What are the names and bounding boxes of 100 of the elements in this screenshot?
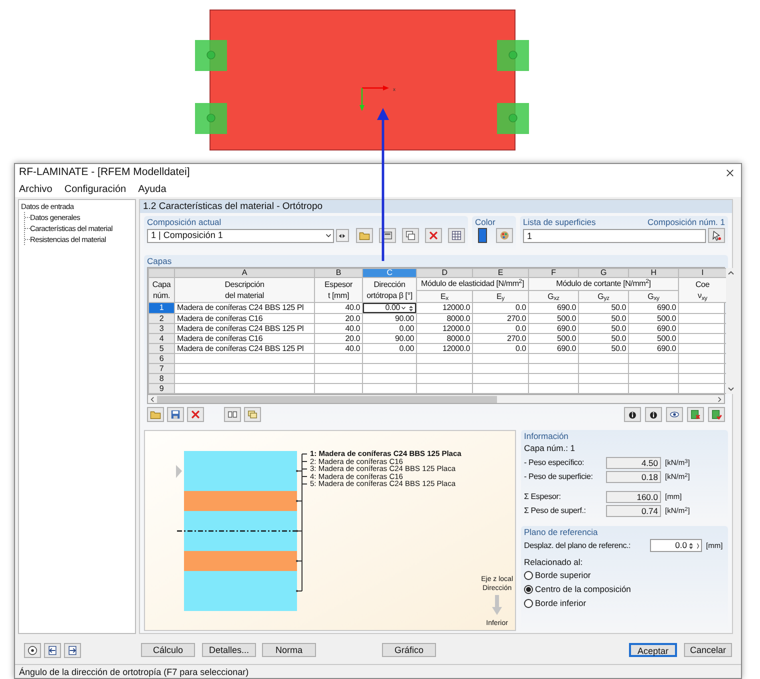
row-header[interactable]: 8	[148, 374, 174, 384]
spreadsheet-icon	[711, 409, 722, 420]
axis-drawing	[360, 86, 389, 111]
column-header: Coe ν$_{xy}$	[678, 278, 726, 302]
table-cell: 20.0	[314, 314, 362, 324]
table-button[interactable]	[448, 228, 465, 243]
radio-button[interactable]	[524, 584, 533, 594]
dialog-button[interactable]: Cancelar	[684, 643, 732, 657]
table-cell: 270.0	[472, 334, 528, 344]
table-cell: Madera de coníferas C16	[174, 334, 314, 344]
panel-title: Información	[524, 430, 570, 442]
table-cell: 500.0	[528, 314, 578, 324]
table-cell: Madera de coníferas C24 BBS 125 Pl	[174, 324, 314, 334]
menu-item[interactable]: Archivo	[17, 182, 54, 197]
column-header: G$_{yz}$	[578, 290, 628, 302]
column-letter[interactable]: F	[528, 268, 578, 278]
row-header[interactable]: 4	[148, 334, 174, 344]
column-header: Capa núm.	[148, 278, 174, 302]
row-header[interactable]: 3	[148, 324, 174, 334]
previous-button[interactable]	[44, 642, 61, 658]
table-cell: 90.00	[362, 334, 416, 344]
row-header[interactable]: 1	[148, 302, 174, 314]
option-label[interactable]: Centro de la composición	[535, 582, 631, 596]
table-cell: 8000.0	[416, 314, 472, 324]
dialog-button[interactable]: Detalles...	[202, 643, 256, 657]
info-icon	[648, 409, 659, 420]
panel-title: Plano de referencia	[524, 526, 599, 538]
row-header[interactable]: 6	[148, 354, 174, 364]
library-button[interactable]	[224, 407, 241, 422]
documents-icon	[247, 409, 258, 420]
save-button[interactable]	[167, 407, 184, 422]
offset-field[interactable]: 0.0	[650, 539, 702, 552]
angle-field[interactable]: 0.00	[363, 303, 416, 313]
column-header: Espesor t [mm]	[314, 278, 362, 302]
scrollbar[interactable]	[726, 268, 736, 394]
radio-button[interactable]	[524, 570, 533, 580]
next-button[interactable]	[64, 642, 81, 658]
row-header[interactable]: 7	[148, 364, 174, 374]
table-cell: 90.00	[362, 314, 416, 324]
table-cell: 690.0	[528, 302, 578, 314]
view-button[interactable]	[666, 407, 683, 422]
table-cell: 12000.0	[416, 302, 472, 314]
color-swatch[interactable]	[478, 228, 487, 243]
table-cell: 12000.0	[416, 344, 472, 354]
table-cell: 12000.0	[416, 324, 472, 334]
import-button[interactable]	[708, 407, 725, 422]
dialog-button[interactable]: Aceptar	[629, 643, 677, 657]
table-cell: 0.00	[362, 324, 416, 334]
info-button[interactable]	[645, 407, 662, 422]
dialog-button[interactable]: Norma	[262, 643, 316, 657]
column-group-header: Módulo de elasticidad [N/mm$^{2}$]	[421, 278, 524, 290]
copy-button[interactable]	[402, 228, 419, 243]
column-letter[interactable]: D	[416, 268, 472, 278]
menu-item[interactable]: Configuración	[62, 182, 128, 197]
dialog-button[interactable]: Cálculo	[141, 643, 195, 657]
caret-icon	[400, 304, 407, 312]
table-cell: Madera de coníferas C16	[174, 314, 314, 324]
option-label[interactable]: Borde superior	[535, 568, 591, 582]
option-label[interactable]: Borde inferior	[535, 596, 586, 610]
stepper-button[interactable]	[336, 229, 349, 242]
column-letter[interactable]: I	[678, 268, 726, 278]
field-label: Σ Espesor:	[524, 491, 562, 503]
column-letter[interactable]: A	[174, 268, 314, 278]
menu-item[interactable]: Ayuda	[136, 182, 168, 197]
column-letter[interactable]: B	[314, 268, 362, 278]
table-cell: 0.00	[362, 344, 416, 354]
row-header[interactable]: 9	[148, 384, 174, 394]
import-button[interactable]	[244, 407, 261, 422]
row-header[interactable]: 2	[148, 314, 174, 324]
delete-button[interactable]	[425, 228, 442, 243]
open-button[interactable]	[147, 407, 164, 422]
table-cell: 50.0	[578, 334, 628, 344]
new-button[interactable]	[356, 228, 373, 243]
table-cell: 690.0	[628, 344, 678, 354]
palette-button[interactable]	[496, 228, 513, 243]
row-header[interactable]: 5	[148, 344, 174, 354]
pick-button[interactable]	[708, 228, 725, 243]
table-cell: 40.0	[314, 324, 362, 334]
column-header: G$_{xy}$	[628, 290, 678, 302]
composition-select[interactable]: 1 | Composición 1	[147, 228, 334, 242]
info-button[interactable]	[624, 407, 641, 422]
column-letter[interactable]: E	[472, 268, 528, 278]
column-letter[interactable]: H	[628, 268, 678, 278]
table-cell: 50.0	[578, 344, 628, 354]
table-cell: 690.0	[628, 302, 678, 314]
spin-icon	[407, 304, 415, 312]
table-cell: 20.0	[314, 334, 362, 344]
delete-icon	[190, 409, 201, 420]
surface-list-field[interactable]: 1	[523, 228, 706, 242]
dialog-button[interactable]: Gráfico	[382, 643, 436, 657]
value-field: 160.0	[606, 491, 661, 503]
section-title: 1.2 Características del material - Ortótropo	[140, 200, 732, 213]
export-button[interactable]	[687, 407, 704, 422]
pointer-icon	[711, 230, 722, 241]
window-title: RF-LAMINATE - [RFEM Modelldatei]	[19, 165, 190, 180]
column-letter[interactable]: G	[578, 268, 628, 278]
delete-icon	[428, 230, 439, 241]
radio-button[interactable]	[524, 598, 533, 608]
scrollbar[interactable]	[147, 395, 725, 404]
delete-button[interactable]	[187, 407, 204, 422]
